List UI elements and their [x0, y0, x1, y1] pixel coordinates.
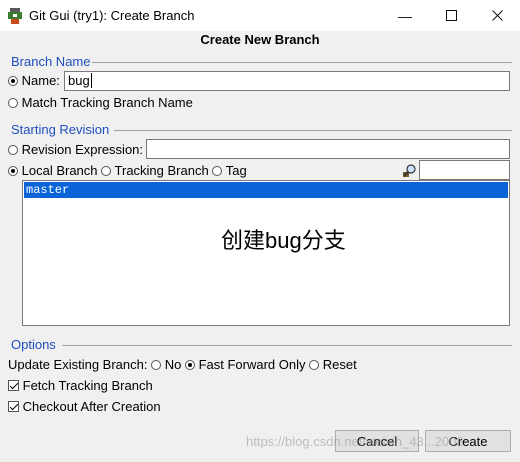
local-branch-label: Local Branch [21, 163, 98, 178]
reset-label: Reset [322, 357, 357, 372]
checkout-after-label: Checkout After Creation [22, 399, 161, 414]
close-icon [491, 10, 503, 21]
fast-forward-label: Fast Forward Only [198, 357, 306, 372]
update-existing-label: Update Existing Branch: [8, 357, 148, 372]
tracking-branch-radio[interactable] [101, 166, 112, 176]
branch-name-group-title: Branch Name [11, 54, 91, 69]
name-label: Name: [21, 73, 60, 88]
local-branch-radio[interactable] [8, 166, 18, 176]
fetch-tracking-label: Fetch Tracking Branch [22, 378, 153, 393]
reset-radio[interactable] [309, 360, 320, 370]
group-divider [92, 62, 512, 63]
group-divider [62, 345, 512, 346]
annotation-text: 创建bug分支 [221, 228, 346, 253]
starting-revision-group-title: Starting Revision [11, 122, 110, 137]
maximize-icon [445, 10, 457, 21]
dialog-heading: Create New Branch [200, 32, 320, 47]
update-existing-row: Update Existing Branch: No Fast Forward … [8, 357, 357, 372]
branch-name-value: bug [68, 73, 90, 88]
match-tracking-label: Match Tracking Branch Name [21, 95, 193, 110]
fast-forward-radio[interactable] [184, 360, 195, 370]
checkout-after-row[interactable]: Checkout After Creation [8, 399, 161, 414]
name-radio[interactable] [8, 76, 18, 86]
fetch-tracking-row[interactable]: Fetch Tracking Branch [8, 378, 153, 393]
text-cursor: ​ [90, 73, 92, 88]
name-radio-row[interactable]: Name: [8, 73, 60, 88]
maximize-button[interactable] [428, 0, 474, 31]
watermark-text: https://blog.csdn.net/weixin_43...2008 [246, 434, 464, 449]
search-icon [403, 164, 416, 177]
fetch-tracking-checkbox[interactable] [8, 380, 19, 391]
revision-type-row: Local Branch Tracking Branch Tag [8, 163, 247, 178]
options-group-title: Options [11, 337, 56, 352]
tag-radio[interactable] [212, 166, 223, 176]
branch-name-input[interactable]: bug​ [64, 71, 510, 91]
revision-expression-label: Revision Expression: [21, 142, 144, 157]
tag-label: Tag [225, 163, 247, 178]
branch-filter-input[interactable] [419, 160, 510, 180]
group-divider [114, 130, 512, 131]
update-no-radio[interactable] [151, 360, 162, 370]
close-button[interactable] [474, 0, 520, 31]
branch-list-item-selected[interactable]: master [24, 182, 508, 198]
checkout-after-checkbox[interactable] [8, 401, 19, 412]
minimize-icon: — [398, 7, 412, 24]
window-title: Git Gui (try1): Create Branch [29, 8, 195, 23]
git-gui-app-icon [8, 8, 22, 24]
revision-expression-radio[interactable] [8, 145, 18, 155]
tracking-branch-label: Tracking Branch [114, 163, 209, 178]
minimize-button[interactable]: — [382, 0, 428, 31]
match-tracking-radio-row[interactable]: Match Tracking Branch Name [8, 95, 193, 110]
revision-expression-radio-row[interactable]: Revision Expression: [8, 142, 143, 157]
update-no-label: No [164, 357, 182, 372]
match-tracking-radio[interactable] [8, 98, 18, 108]
revision-expression-input[interactable] [146, 139, 510, 159]
